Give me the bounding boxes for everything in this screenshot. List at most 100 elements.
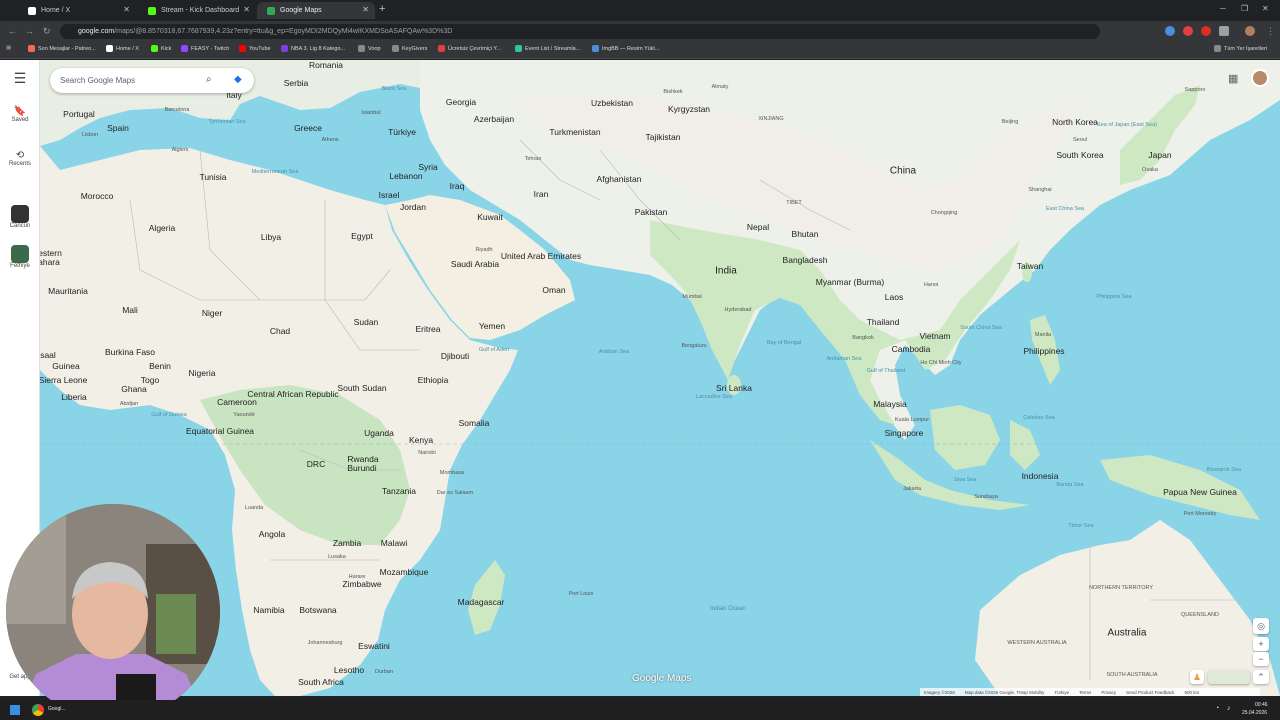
country-label[interactable]: Australia [1108,628,1147,639]
city-label[interactable]: Sapporo [1185,87,1206,93]
country-label[interactable]: United Arab Emirates [501,251,581,261]
sea-label[interactable]: Andaman Sea [827,356,862,362]
feedback-link[interactable]: Send Product Feedback [1126,690,1174,695]
close-icon[interactable]: ✕ [123,5,130,14]
country-label[interactable]: Taiwan [1017,261,1043,271]
country-label[interactable]: Chad [270,326,290,336]
country-label[interactable]: South Africa [298,677,344,687]
city-label[interactable]: Port Moresby [1184,511,1217,517]
profile-avatar-icon[interactable] [1245,26,1255,36]
country-label[interactable]: Botswana [299,605,336,615]
country-label[interactable]: Lesotho [334,665,364,675]
country-label[interactable]: Indonesia [1022,471,1059,481]
sea-label[interactable]: Laccadive Sea [696,394,732,400]
city-label[interactable]: Bangkok [852,335,873,341]
expand-icon[interactable]: ⌃ [1253,670,1269,684]
place-fethiye[interactable]: Fethiye [0,245,40,269]
country-label[interactable]: Yemen [479,321,505,331]
country-label[interactable]: Eswatini [358,641,390,651]
country-label[interactable]: Afghanistan [597,174,642,184]
city-label[interactable]: Durban [375,669,393,675]
region-label[interactable]: Port Louis [569,591,594,597]
country-label[interactable]: Cambodia [892,344,931,354]
city-label[interactable]: Osaka [1142,167,1158,173]
sea-label[interactable]: Tyrrhenian Sea [208,119,245,125]
chrome-taskbar-icon[interactable] [32,704,44,716]
country-label[interactable]: China [890,166,916,177]
country-label[interactable]: Ethiopia [418,375,449,385]
minimize-button[interactable]: ─ [1220,4,1226,13]
bookmark-item[interactable]: Event List / Streamla... [515,45,580,52]
country-label[interactable]: Central African Republic [247,389,338,399]
country-label[interactable]: Vietnam [919,331,950,341]
volume-icon[interactable]: ♪ [1227,705,1231,712]
city-label[interactable]: Athens [321,137,338,143]
address-bar[interactable]: google.com/maps/@8.8570318,67.7687939,4.… [60,24,1100,39]
country-label[interactable]: Georgia [446,97,476,107]
map-canvas[interactable]: Romania Serbia Italy Portugal Spain Greece Tür… [40,60,1280,696]
apps-grid-icon[interactable]: ▦ [6,45,11,51]
directions-icon[interactable]: ◆ [234,74,242,85]
sea-label[interactable]: Arabian Sea [599,349,629,355]
country-label[interactable]: Somalia [459,418,490,428]
zoom-in-button[interactable]: + [1253,637,1269,651]
country-label[interactable]: Philippines [1023,346,1064,356]
city-label[interactable]: Seoul [1073,137,1087,143]
country-label[interactable]: Spain [107,123,129,133]
country-label[interactable]: Benin [149,361,171,371]
sea-label[interactable]: Philippine Sea [1096,294,1131,300]
country-label[interactable]: Saudi Arabia [451,259,499,269]
country-label[interactable]: Angola [259,529,285,539]
back-icon[interactable]: ← [8,26,17,36]
country-label[interactable]: Bangladesh [783,255,828,265]
country-label[interactable]: Iraq [450,181,465,191]
country-label[interactable]: DRC [307,459,325,469]
street-view-pegman-icon[interactable]: ♟ [1190,670,1204,684]
city-label[interactable]: Mombasa [440,470,464,476]
ocean-label[interactable]: Indian Ocean [708,606,748,612]
close-icon[interactable]: ✕ [243,5,250,14]
country-label[interactable]: Romania [309,60,343,70]
country-label[interactable]: Tajikistan [646,132,681,142]
bookmark-item[interactable]: Ücretsiz Çevrimiçi Y... [438,45,501,52]
city-label[interactable]: Hanoi [924,282,938,288]
sea-label[interactable]: Bismarck Sea [1207,467,1241,473]
city-label[interactable]: Algiers [172,147,189,153]
city-label[interactable]: Manila [1035,332,1051,338]
bookmark-item[interactable]: Voop [358,45,381,52]
country-label[interactable]: Eritrea [415,324,440,334]
privacy-link[interactable]: Privacy [1101,690,1116,695]
close-window-button[interactable]: ✕ [1262,4,1269,13]
bookmark-item[interactable]: Son Mesajlar - Patreo... [28,45,96,52]
region-label[interactable]: WESTERN AUSTRALIA [1007,640,1066,646]
country-label[interactable]: ahara [40,257,60,267]
saved-button[interactable]: 🔖 Saved [0,106,40,123]
forward-icon[interactable]: → [25,26,34,36]
all-bookmarks[interactable]: Tüm Yer İşaretleri [1214,45,1267,52]
region-label[interactable]: TIBET [786,200,802,206]
city-label[interactable]: Hyderabad [725,307,752,313]
country-label[interactable]: Zambia [333,538,361,548]
country-label[interactable]: South Korea [1056,150,1103,160]
region-label[interactable]: XINJIANG [758,116,783,122]
country-label[interactable]: Madagascar [458,597,505,607]
country-label[interactable]: North Korea [1052,117,1098,127]
country-label[interactable]: Morocco [81,191,114,201]
maximize-button[interactable]: ❐ [1241,4,1248,13]
city-label[interactable]: Kuala Lumpur [895,417,929,423]
country-label[interactable]: Azerbaijan [474,114,514,124]
country-label[interactable]: Zimbabwe [342,579,381,589]
country-label[interactable]: Papua New Guinea [1163,487,1237,497]
tab-google-maps[interactable]: Google Maps ✕ [257,2,375,19]
country-label[interactable]: Malaysia [873,399,907,409]
city-label[interactable]: Lisbon [82,132,98,138]
country-label[interactable]: Equatorial Guinea [186,426,254,436]
country-label[interactable]: Algeria [149,223,175,233]
place-cancun[interactable]: Cancun [0,205,40,229]
city-label[interactable]: Surabaya [974,494,998,500]
country-label[interactable]: saal [40,350,56,360]
sea-label[interactable]: Gulf of Thailand [867,368,906,374]
city-label[interactable]: İstanbul [361,110,380,116]
country-label[interactable]: Jordan [400,202,426,212]
city-label[interactable]: Lusaka [328,554,346,560]
